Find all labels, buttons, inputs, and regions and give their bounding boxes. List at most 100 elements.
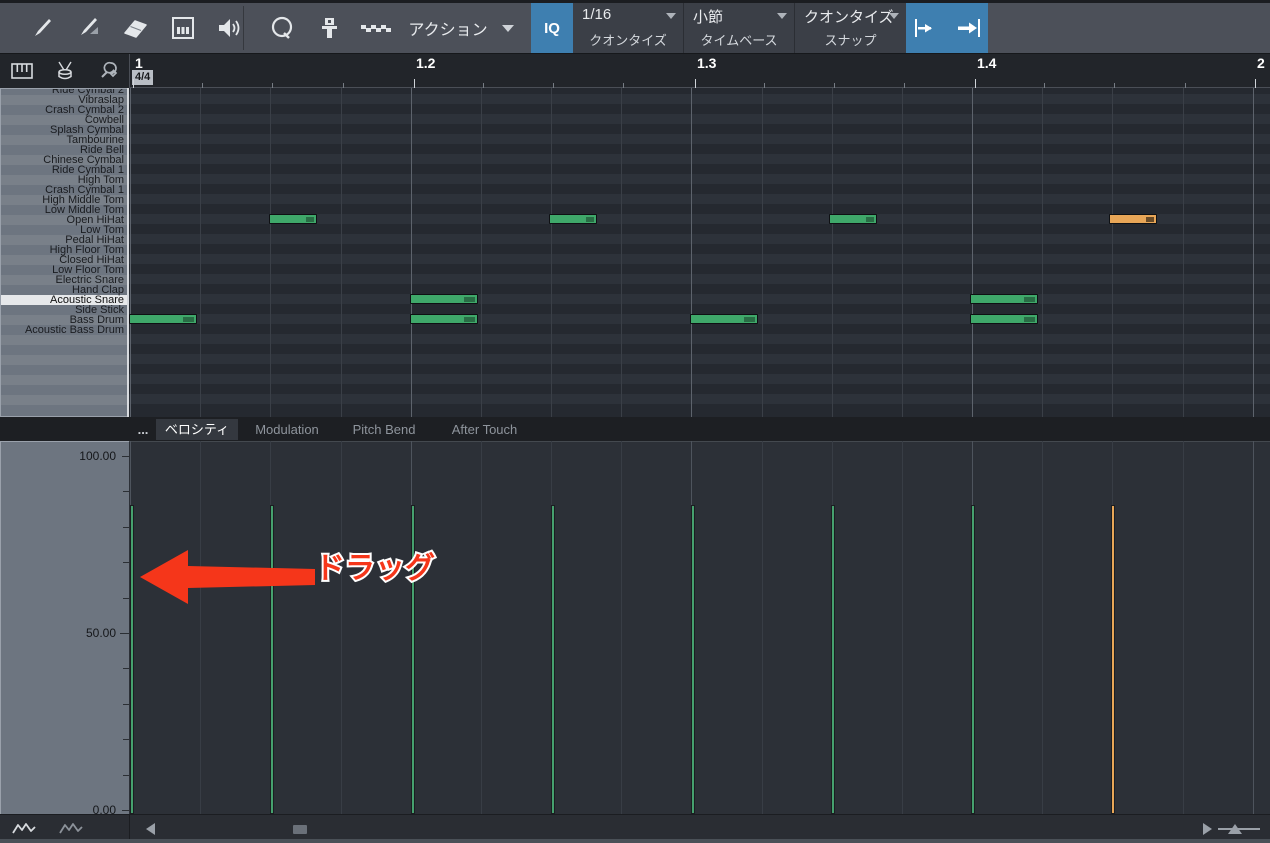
grid-row[interactable] (129, 134, 1270, 144)
drum-name-row-empty[interactable] (1, 395, 128, 405)
grid-row[interactable] (129, 174, 1270, 184)
controller-tab-aftertouch[interactable]: After Touch (433, 419, 536, 440)
snap-to-end-button[interactable] (947, 3, 988, 53)
note-bass-drum-3[interactable] (690, 314, 758, 324)
snap-to-start-button[interactable] (906, 3, 947, 53)
quantize-select[interactable]: 1/16 クオンタイズ (573, 3, 683, 53)
note-bass-drum-2[interactable] (410, 314, 478, 324)
velocity-tool[interactable] (305, 3, 352, 53)
quantize-q-tool[interactable] (258, 3, 305, 53)
drum-name-row-empty[interactable] (1, 365, 128, 375)
note-velocity-handle[interactable] (1024, 297, 1035, 302)
grid-row[interactable] (129, 344, 1270, 354)
grid-row[interactable] (129, 94, 1270, 104)
grid-row[interactable] (129, 184, 1270, 194)
velocity-bar-3[interactable] (411, 505, 415, 814)
note-open-hihat-1[interactable] (269, 214, 317, 224)
note-velocity-handle[interactable] (306, 217, 314, 222)
grid-row[interactable] (129, 104, 1270, 114)
settings-wrench-button[interactable] (86, 54, 129, 88)
drum-note-grid[interactable] (129, 88, 1270, 417)
drum-name-row-empty[interactable] (1, 375, 128, 385)
timebase-select[interactable]: 小節 タイムベース (684, 3, 794, 53)
action-menu-button[interactable]: アクション (403, 3, 519, 53)
grid-row[interactable] (129, 144, 1270, 154)
note-velocity-handle[interactable] (1146, 217, 1154, 222)
horizontal-scrollbar-thumb[interactable] (293, 825, 307, 834)
eraser-tool[interactable] (112, 3, 159, 53)
grid-row[interactable] (129, 304, 1270, 314)
note-velocity-handle[interactable] (183, 317, 194, 322)
note-bass-drum-4[interactable] (970, 314, 1038, 324)
pointer-tool[interactable] (18, 3, 65, 53)
grid-row[interactable] (129, 274, 1270, 284)
automation-curve-icon (11, 823, 36, 834)
grid-row[interactable] (129, 384, 1270, 394)
piano-keyboard-button[interactable] (0, 54, 43, 88)
grid-row[interactable] (129, 244, 1270, 254)
grid-row[interactable] (129, 154, 1270, 164)
note-velocity-handle[interactable] (586, 217, 594, 222)
velocity-axis-tick-major (120, 633, 129, 634)
velocity-bar-8[interactable] (1111, 505, 1115, 814)
grid-row[interactable] (129, 294, 1270, 304)
grid-row[interactable] (129, 354, 1270, 364)
grid-row[interactable] (129, 284, 1270, 294)
iq-toggle-button[interactable]: IQ (531, 3, 573, 53)
note-velocity-handle[interactable] (464, 297, 475, 302)
grid-row[interactable] (129, 204, 1270, 214)
grid-row[interactable] (129, 164, 1270, 174)
controller-tab-more[interactable]: ... (131, 419, 155, 440)
grid-row[interactable] (129, 334, 1270, 344)
timeline-ruler[interactable]: 4/4 1 1.2 1.3 1.4 2 (129, 54, 1270, 88)
note-velocity-handle[interactable] (1024, 317, 1035, 322)
drum-name-row-empty[interactable] (1, 385, 128, 395)
velocity-bar-5[interactable] (691, 505, 695, 814)
drum-editor-button[interactable] (43, 54, 86, 88)
drum-name-row-empty[interactable] (1, 405, 128, 415)
grid-row[interactable] (129, 394, 1270, 404)
note-open-hihat-2[interactable] (549, 214, 597, 224)
zoom-slider[interactable] (1218, 828, 1260, 830)
note-open-hihat-4[interactable] (1109, 214, 1157, 224)
pencil-tool[interactable] (65, 3, 112, 53)
frame-tool[interactable] (159, 3, 206, 53)
drum-name-row[interactable]: Acoustic Bass Drum (1, 325, 128, 336)
grid-row[interactable] (129, 254, 1270, 264)
speaker-tool[interactable] (206, 3, 253, 53)
note-acoustic-snare-2[interactable] (970, 294, 1038, 304)
note-bass-drum-1[interactable] (129, 314, 197, 324)
groove-tool[interactable] (352, 3, 399, 53)
grid-row[interactable] (129, 374, 1270, 384)
velocity-lane[interactable] (129, 441, 1270, 814)
velocity-bar-6[interactable] (831, 505, 835, 814)
grid-row[interactable] (129, 124, 1270, 134)
snap-select[interactable]: クオンタイズ スナップ (795, 3, 906, 53)
grid-row[interactable] (129, 324, 1270, 334)
grid-row[interactable] (129, 264, 1270, 274)
grid-row[interactable] (129, 364, 1270, 374)
velocity-bar-7[interactable] (971, 505, 975, 814)
drum-name-row-empty[interactable] (1, 345, 128, 355)
controller-tab-modulation[interactable]: Modulation (239, 419, 335, 440)
grid-row[interactable] (129, 194, 1270, 204)
note-velocity-handle[interactable] (866, 217, 874, 222)
note-velocity-handle[interactable] (464, 317, 475, 322)
note-acoustic-snare-1[interactable] (410, 294, 478, 304)
velocity-bar-2[interactable] (270, 505, 274, 814)
velocity-bar-1[interactable] (130, 505, 134, 814)
grid-row[interactable] (129, 234, 1270, 244)
velocity-bar-4[interactable] (551, 505, 555, 814)
controller-tab-pitchbend[interactable]: Pitch Bend (336, 419, 432, 440)
drum-name-row-empty[interactable] (1, 355, 128, 365)
note-open-hihat-3[interactable] (829, 214, 877, 224)
velocity-axis-label: 50.00 (85, 626, 116, 640)
grid-row[interactable] (129, 224, 1270, 234)
grid-beat-line (691, 88, 692, 417)
drum-name-row-empty[interactable] (1, 335, 128, 345)
grid-row[interactable] (129, 404, 1270, 414)
note-velocity-handle[interactable] (744, 317, 755, 322)
grid-row[interactable] (129, 114, 1270, 124)
controller-tab-velocity[interactable]: ベロシティ (156, 419, 238, 440)
drum-name-list[interactable]: Ride Cymbal 2 Vibraslap Crash Cymbal 2 Cowb… (0, 88, 129, 417)
